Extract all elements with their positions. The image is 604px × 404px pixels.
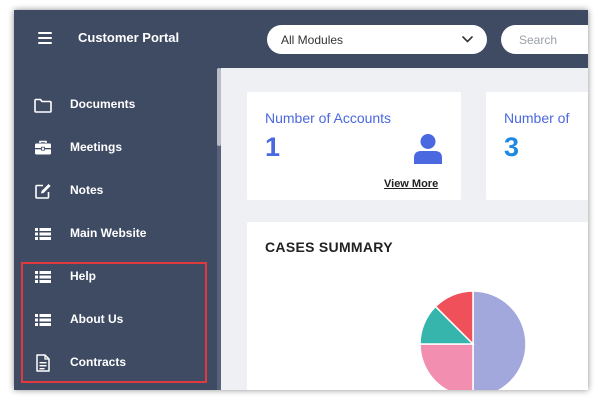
document-icon: [33, 354, 53, 372]
sidebar-item-label: About Us: [70, 312, 124, 326]
sidebar-item-notes[interactable]: Notes: [14, 173, 214, 209]
card-title: Number of Accounts: [265, 110, 392, 126]
list-icon: [33, 311, 53, 329]
sidebar-item-label: Documents: [70, 97, 136, 111]
list-icon: [33, 225, 53, 243]
chevron-down-icon: [462, 36, 473, 43]
sidebar-item-label: Main Website: [70, 226, 147, 240]
menu-toggle-icon[interactable]: [38, 32, 52, 44]
list-icon: [33, 268, 53, 286]
view-more-link[interactable]: View More: [384, 178, 438, 190]
folder-icon: [33, 96, 53, 114]
search-box[interactable]: [501, 25, 588, 54]
cases-summary-card: CASES SUMMARY: [247, 222, 588, 390]
sidebar-item-main-website[interactable]: Main Website: [14, 216, 214, 252]
cases-summary-title: CASES SUMMARY: [265, 239, 393, 255]
accounts-card: Number of Accounts 1 View More: [247, 92, 461, 200]
pie-slice-1[interactable]: [419, 343, 474, 390]
sidebar-item-label: Help: [70, 269, 97, 283]
top-bar: Customer Portal All Modules: [14, 10, 588, 68]
sidebar: Documents Meetings Notes Main Website He…: [14, 68, 221, 390]
sidebar-item-documents[interactable]: Documents: [14, 87, 214, 123]
sidebar-item-contracts[interactable]: Contracts: [14, 345, 214, 381]
sidebar-scrollbar[interactable]: [217, 68, 221, 390]
sidebar-item-label: Notes: [70, 183, 104, 197]
briefcase-icon: [33, 139, 53, 157]
card-count: 1: [265, 132, 281, 162]
edit-note-icon: [33, 182, 53, 200]
brand-title: Customer Portal: [78, 30, 180, 45]
user-icon: [414, 134, 442, 164]
sidebar-item-meetings[interactable]: Meetings: [14, 130, 214, 166]
sidebar-item-label: Meetings: [70, 140, 123, 154]
cases-pie-chart: [419, 290, 527, 390]
module-select[interactable]: All Modules: [267, 25, 487, 54]
search-input[interactable]: [517, 31, 588, 48]
card-count: 3: [504, 132, 520, 162]
sidebar-item-about-us[interactable]: About Us: [14, 302, 214, 338]
sidebar-scrollbar-thumb[interactable]: [217, 68, 221, 146]
sidebar-item-label: Contracts: [70, 355, 127, 369]
sidebar-item-help[interactable]: Help: [14, 259, 214, 295]
app-window: Customer Portal All Modules Documents: [14, 10, 588, 390]
module-select-value: All Modules: [281, 32, 344, 47]
card-title: Number of: [504, 110, 570, 126]
card-partial: Number of 3: [486, 92, 588, 200]
pie-slice-0[interactable]: [472, 290, 527, 390]
